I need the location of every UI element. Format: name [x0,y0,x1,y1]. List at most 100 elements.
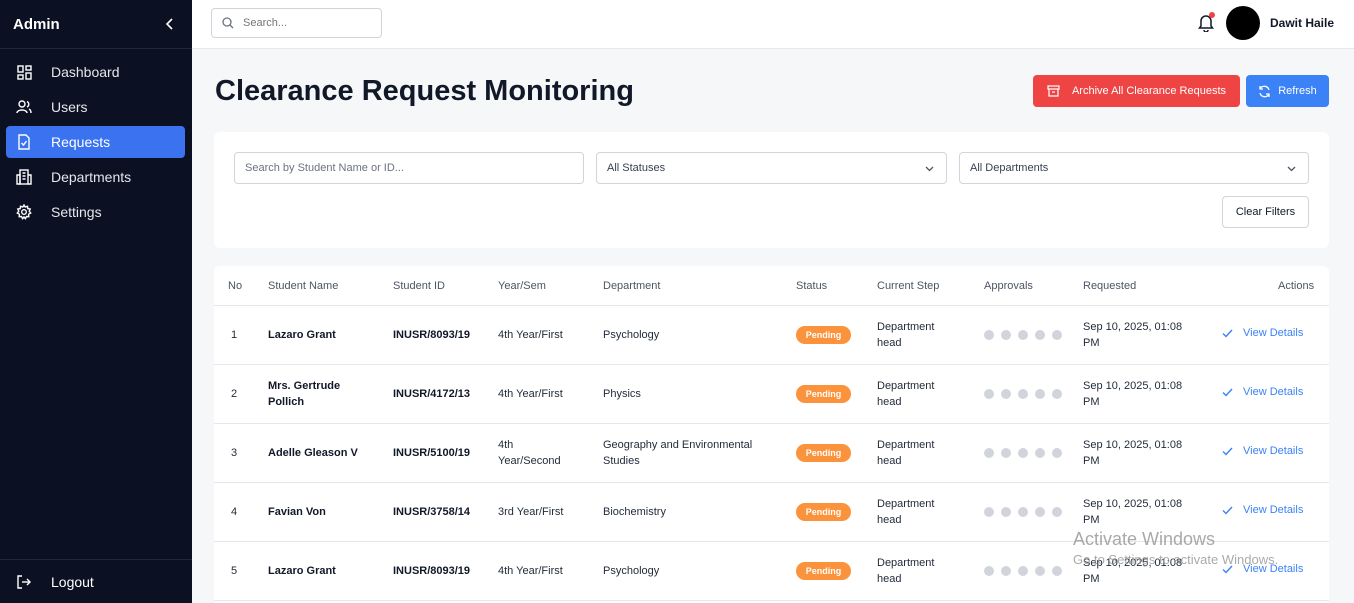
view-details-label: View Details [1243,327,1304,339]
cell-year-line: 4th [498,439,514,451]
page-title: Clearance Request Monitoring [215,75,634,107]
department-select-value: All Departments [970,162,1049,174]
cell-name: Mrs. Gertrude Pollich [268,378,340,410]
cell-no: 5 [231,565,238,577]
table-row: 2 Mrs. Gertrude Pollich INUSR/4172/13 4th Ye… [214,365,1329,424]
approval-dots [984,448,1062,458]
cell-dept: Psychology [603,327,659,343]
chevron-down-icon [1287,163,1296,175]
search-input[interactable] [243,17,363,29]
cell-step-line: head [877,396,902,408]
requests-table: No Student Name Student ID Year/Sem Depa… [214,266,1329,603]
logout-button[interactable]: Logout [0,559,192,603]
notification-dot [1209,12,1215,18]
column-header-no: No [228,280,243,292]
view-details-link[interactable]: View Details [1222,386,1303,398]
check-icon [1222,447,1233,456]
cell-year-line: 3rd Year/First [498,506,564,518]
cell-name-line: Lazaro Grant [268,565,336,577]
table-header: No Student Name Student ID Year/Sem Depa… [214,266,1329,306]
avatar[interactable] [1226,6,1260,40]
cell-req: Sep 10, 2025, 01:08 PM [1083,496,1182,528]
student-search-placeholder: Search by Student Name or ID... [245,162,404,174]
notification-bell-icon[interactable] [1198,12,1215,33]
status-badge: Pending [796,503,851,521]
archive-all-label: Archive All Clearance Requests [1071,85,1227,97]
cell-id: INUSR/8093/19 [393,565,471,577]
department-select[interactable]: All Departments [959,152,1309,184]
sidebar-item-label: Requests [51,134,111,150]
table-row: 5 Lazaro Grant INUSR/8093/19 4th Year/First… [214,542,1329,601]
sidebar-nav: Dashboard Users Requests Departments Set… [0,49,192,228]
chevron-left-icon[interactable] [162,16,178,32]
approval-dot [984,507,994,517]
cell-name-line: Adelle Gleason V [268,447,358,459]
cell-name-line: Pollich [268,396,305,408]
refresh-button[interactable]: Refresh [1246,75,1329,107]
view-details-link[interactable]: View Details [1222,327,1303,339]
status-badge: Pending [796,326,851,344]
table-row: 1 Lazaro Grant INUSR/8093/19 4th Year/First… [214,306,1329,365]
cell-req-line: Sep 10, 2025, 01:08 [1083,498,1183,510]
approval-dot [1035,507,1045,517]
departments-icon [16,169,32,185]
cell-step-line: head [877,337,902,349]
status-badge: Pending [796,385,851,403]
sidebar-item-settings[interactable]: Settings [6,196,185,228]
student-search-input[interactable]: Search by Student Name or ID... [234,152,584,184]
clear-filters-button[interactable]: Clear Filters [1222,196,1309,228]
check-icon [1222,388,1233,397]
cell-step: Department head [877,437,934,469]
approval-dot [1018,389,1028,399]
cell-year: 3rd Year/First [498,504,563,520]
view-details-label: View Details [1243,504,1304,516]
cell-req-line: Sep 10, 2025, 01:08 [1083,380,1183,392]
cell-name: Lazaro Grant [268,327,336,343]
approval-dot [1001,448,1011,458]
approval-dots [984,507,1062,517]
approval-dot [1052,566,1062,576]
approval-dots [984,330,1062,340]
users-icon [16,99,32,115]
approval-dot [1001,507,1011,517]
archive-all-button[interactable]: Archive All Clearance Requests [1033,75,1240,107]
cell-id: INUSR/3758/14 [393,506,471,518]
sidebar-item-departments[interactable]: Departments [6,161,185,193]
approval-dots [984,389,1062,399]
cell-req-line: Sep 10, 2025, 01:08 [1083,439,1183,451]
user-name[interactable]: Dawit Haile [1270,16,1334,30]
dashboard-icon [16,64,32,80]
global-search[interactable] [211,8,382,38]
column-header-student-name: Student Name [268,280,339,292]
sidebar-item-dashboard[interactable]: Dashboard [6,56,185,88]
cell-req-line: PM [1083,396,1100,408]
sidebar: Admin Dashboard Users Requests Departmen… [0,0,192,603]
cell-no: 3 [231,447,238,459]
approval-dot [1052,448,1062,458]
sidebar-item-requests[interactable]: Requests [6,126,185,158]
approval-dot [984,330,994,340]
cell-year-line: 4th Year/First [498,388,563,400]
sidebar-item-label: Dashboard [51,64,120,80]
logout-icon [16,574,32,590]
cell-req-line: Sep 10, 2025, 01:08 [1083,557,1183,569]
approval-dot [1052,389,1062,399]
check-icon [1222,329,1233,338]
sidebar-item-label: Departments [51,169,132,185]
view-details-link[interactable]: View Details [1222,445,1303,457]
cell-year-line: 4th Year/First [498,565,563,577]
view-details-link[interactable]: View Details [1222,563,1303,575]
cell-id: INUSR/5100/19 [393,447,471,459]
approval-dot [984,566,994,576]
view-details-link[interactable]: View Details [1222,504,1303,516]
cell-dept: Psychology [603,563,659,579]
cell-step: Department head [877,555,934,587]
cell-name: Adelle Gleason V [268,445,358,461]
cell-dept-line: Geography and Environmental [603,439,753,451]
cell-step-line: head [877,573,902,585]
status-select[interactable]: All Statuses [596,152,947,184]
filters-panel: Search by Student Name or ID... All Stat… [214,132,1329,248]
refresh-icon [1258,85,1271,98]
sidebar-item-users[interactable]: Users [6,91,185,123]
sidebar-item-label: Settings [51,204,102,220]
